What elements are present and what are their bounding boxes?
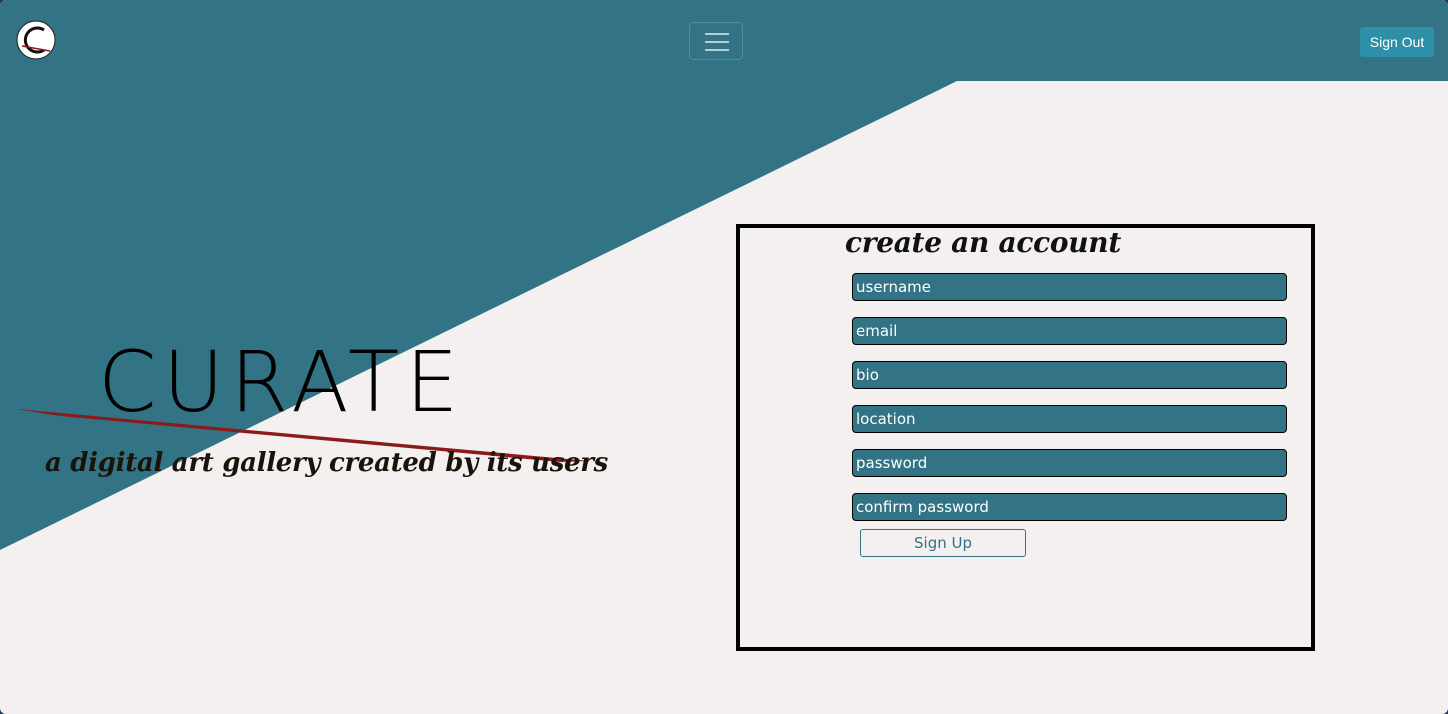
bio-field[interactable]: bio <box>852 361 1287 389</box>
username-field[interactable]: username <box>852 273 1287 301</box>
hero-tagline: a digital art gallery created by its use… <box>45 448 609 478</box>
password-field[interactable]: password <box>852 449 1287 477</box>
form-heading: create an account <box>845 226 1121 259</box>
email-field[interactable]: email <box>852 317 1287 345</box>
confirm-password-field[interactable]: confirm password <box>852 493 1287 521</box>
sign-up-button[interactable]: Sign Up <box>860 529 1026 557</box>
location-field[interactable]: location <box>852 405 1287 433</box>
page: Sign Out CURATE a digital art gallery cr… <box>0 0 1448 714</box>
